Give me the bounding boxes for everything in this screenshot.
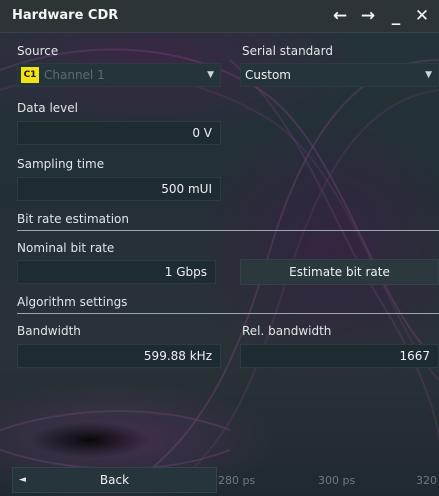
serial-standard-dropdown[interactable]: Custom ▼: [240, 63, 439, 87]
source-value: Channel 1: [44, 68, 105, 82]
nominal-bit-rate-input[interactable]: 1 Gbps: [17, 260, 216, 284]
bandwidth-input[interactable]: 599.88 kHz: [17, 344, 221, 368]
close-icon[interactable]: ✕: [410, 4, 434, 28]
serial-standard-label: Serial standard: [242, 44, 333, 58]
bit-rate-estimation-title: Bit rate estimation: [17, 212, 129, 226]
back-button[interactable]: ◄ Back: [12, 467, 217, 493]
sampling-time-label: Sampling time: [17, 157, 105, 171]
bandwidth-label: Bandwidth: [17, 324, 81, 338]
arrow-left-icon[interactable]: ←: [328, 4, 352, 28]
chevron-down-icon: ▼: [207, 70, 214, 80]
dialog-title: Hardware CDR: [12, 8, 119, 23]
time-axis-label: 280 ps: [218, 474, 256, 487]
data-level-input[interactable]: 0 V: [17, 121, 221, 145]
data-level-label: Data level: [17, 101, 79, 115]
nominal-bit-rate-label: Nominal bit rate: [17, 241, 115, 255]
time-axis-label: 320: [416, 474, 437, 487]
title-bar: Hardware CDR ← → _ ✕: [0, 0, 439, 33]
chevron-down-icon: ▼: [425, 70, 432, 80]
source-dropdown[interactable]: C1 Channel 1 ▼: [17, 63, 221, 87]
section-divider: [17, 230, 439, 231]
back-label: Back: [99, 473, 130, 487]
chevron-left-icon: ◄: [19, 475, 26, 485]
arrow-right-icon[interactable]: →: [356, 4, 380, 28]
estimate-bit-rate-button[interactable]: Estimate bit rate: [240, 259, 439, 285]
section-divider: [17, 313, 439, 314]
rel-bandwidth-input[interactable]: 1667: [240, 344, 439, 368]
serial-standard-value: Custom: [245, 68, 291, 82]
channel-badge: C1: [21, 67, 39, 83]
sampling-time-input[interactable]: 500 mUI: [17, 177, 221, 201]
rel-bandwidth-label: Rel. bandwidth: [242, 324, 332, 338]
minimize-icon[interactable]: _: [384, 4, 408, 28]
source-label: Source: [17, 44, 59, 58]
time-axis-label: 300 ps: [318, 474, 356, 487]
algorithm-settings-title: Algorithm settings: [17, 295, 128, 309]
